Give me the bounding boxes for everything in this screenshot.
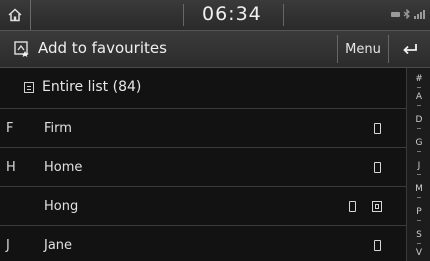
list-item[interactable]: H Home xyxy=(0,148,406,187)
back-button[interactable] xyxy=(388,35,430,63)
menu-button[interactable]: Menu xyxy=(337,35,388,63)
index-letter[interactable]: G xyxy=(407,138,430,148)
alphabet-index-bar[interactable]: # A D G J M P S V xyxy=(406,68,430,261)
status-divider xyxy=(183,4,184,26)
contact-name: Hong xyxy=(44,199,79,214)
index-letter[interactable]: A xyxy=(407,92,430,102)
index-initial: H xyxy=(6,160,16,175)
phone-icon xyxy=(349,201,356,212)
index-tick xyxy=(417,151,421,152)
index-letter[interactable]: M xyxy=(407,184,430,194)
list-icon xyxy=(24,82,34,93)
bluetooth-icon xyxy=(403,9,410,19)
title-bar: Add to favourites Menu xyxy=(0,31,430,68)
index-letter[interactable]: D xyxy=(407,115,430,125)
entire-list-item[interactable]: Entire list (84) xyxy=(0,68,406,109)
add-favourite-icon xyxy=(14,41,29,57)
home-icon xyxy=(8,8,22,22)
index-tick xyxy=(417,174,421,175)
index-letter[interactable]: J xyxy=(407,161,430,171)
status-divider xyxy=(283,4,284,26)
index-letter[interactable]: S xyxy=(407,230,430,240)
signal-icon xyxy=(414,10,425,19)
contact-name: Jane xyxy=(44,238,73,253)
list-item[interactable]: Hong xyxy=(0,187,406,226)
phone-icon xyxy=(374,240,381,251)
page-title: Add to favourites xyxy=(38,39,167,57)
index-letter[interactable]: P xyxy=(407,207,430,217)
status-icons xyxy=(391,9,426,19)
index-letter[interactable]: # xyxy=(407,74,430,84)
list-item[interactable]: F Firm xyxy=(0,109,406,148)
status-bar: 06:34 xyxy=(0,0,430,31)
index-tick xyxy=(417,243,421,244)
index-tick xyxy=(417,128,421,129)
index-tick xyxy=(417,197,421,198)
index-tick xyxy=(417,220,421,221)
home-button[interactable] xyxy=(0,0,31,30)
list-item[interactable]: J Jane xyxy=(0,226,406,261)
contact-name: Home xyxy=(44,160,83,175)
back-icon xyxy=(403,44,417,55)
sim-icon xyxy=(372,201,382,212)
phone-icon xyxy=(374,123,381,134)
clock: 06:34 xyxy=(202,3,262,25)
index-tick xyxy=(417,105,421,106)
index-initial: F xyxy=(6,121,14,136)
index-initial: J xyxy=(6,238,10,253)
phone-icon xyxy=(374,162,381,173)
contact-list: Entire list (84) F Firm H Home Hong J Ja… xyxy=(0,68,406,261)
battery-icon xyxy=(391,11,400,17)
index-tick xyxy=(417,87,421,88)
index-letter[interactable]: V xyxy=(407,248,430,258)
entire-list-label: Entire list (84) xyxy=(42,79,142,95)
screen: 06:34 Add to favourites Menu Entire list… xyxy=(0,0,430,261)
contact-name: Firm xyxy=(44,121,72,136)
